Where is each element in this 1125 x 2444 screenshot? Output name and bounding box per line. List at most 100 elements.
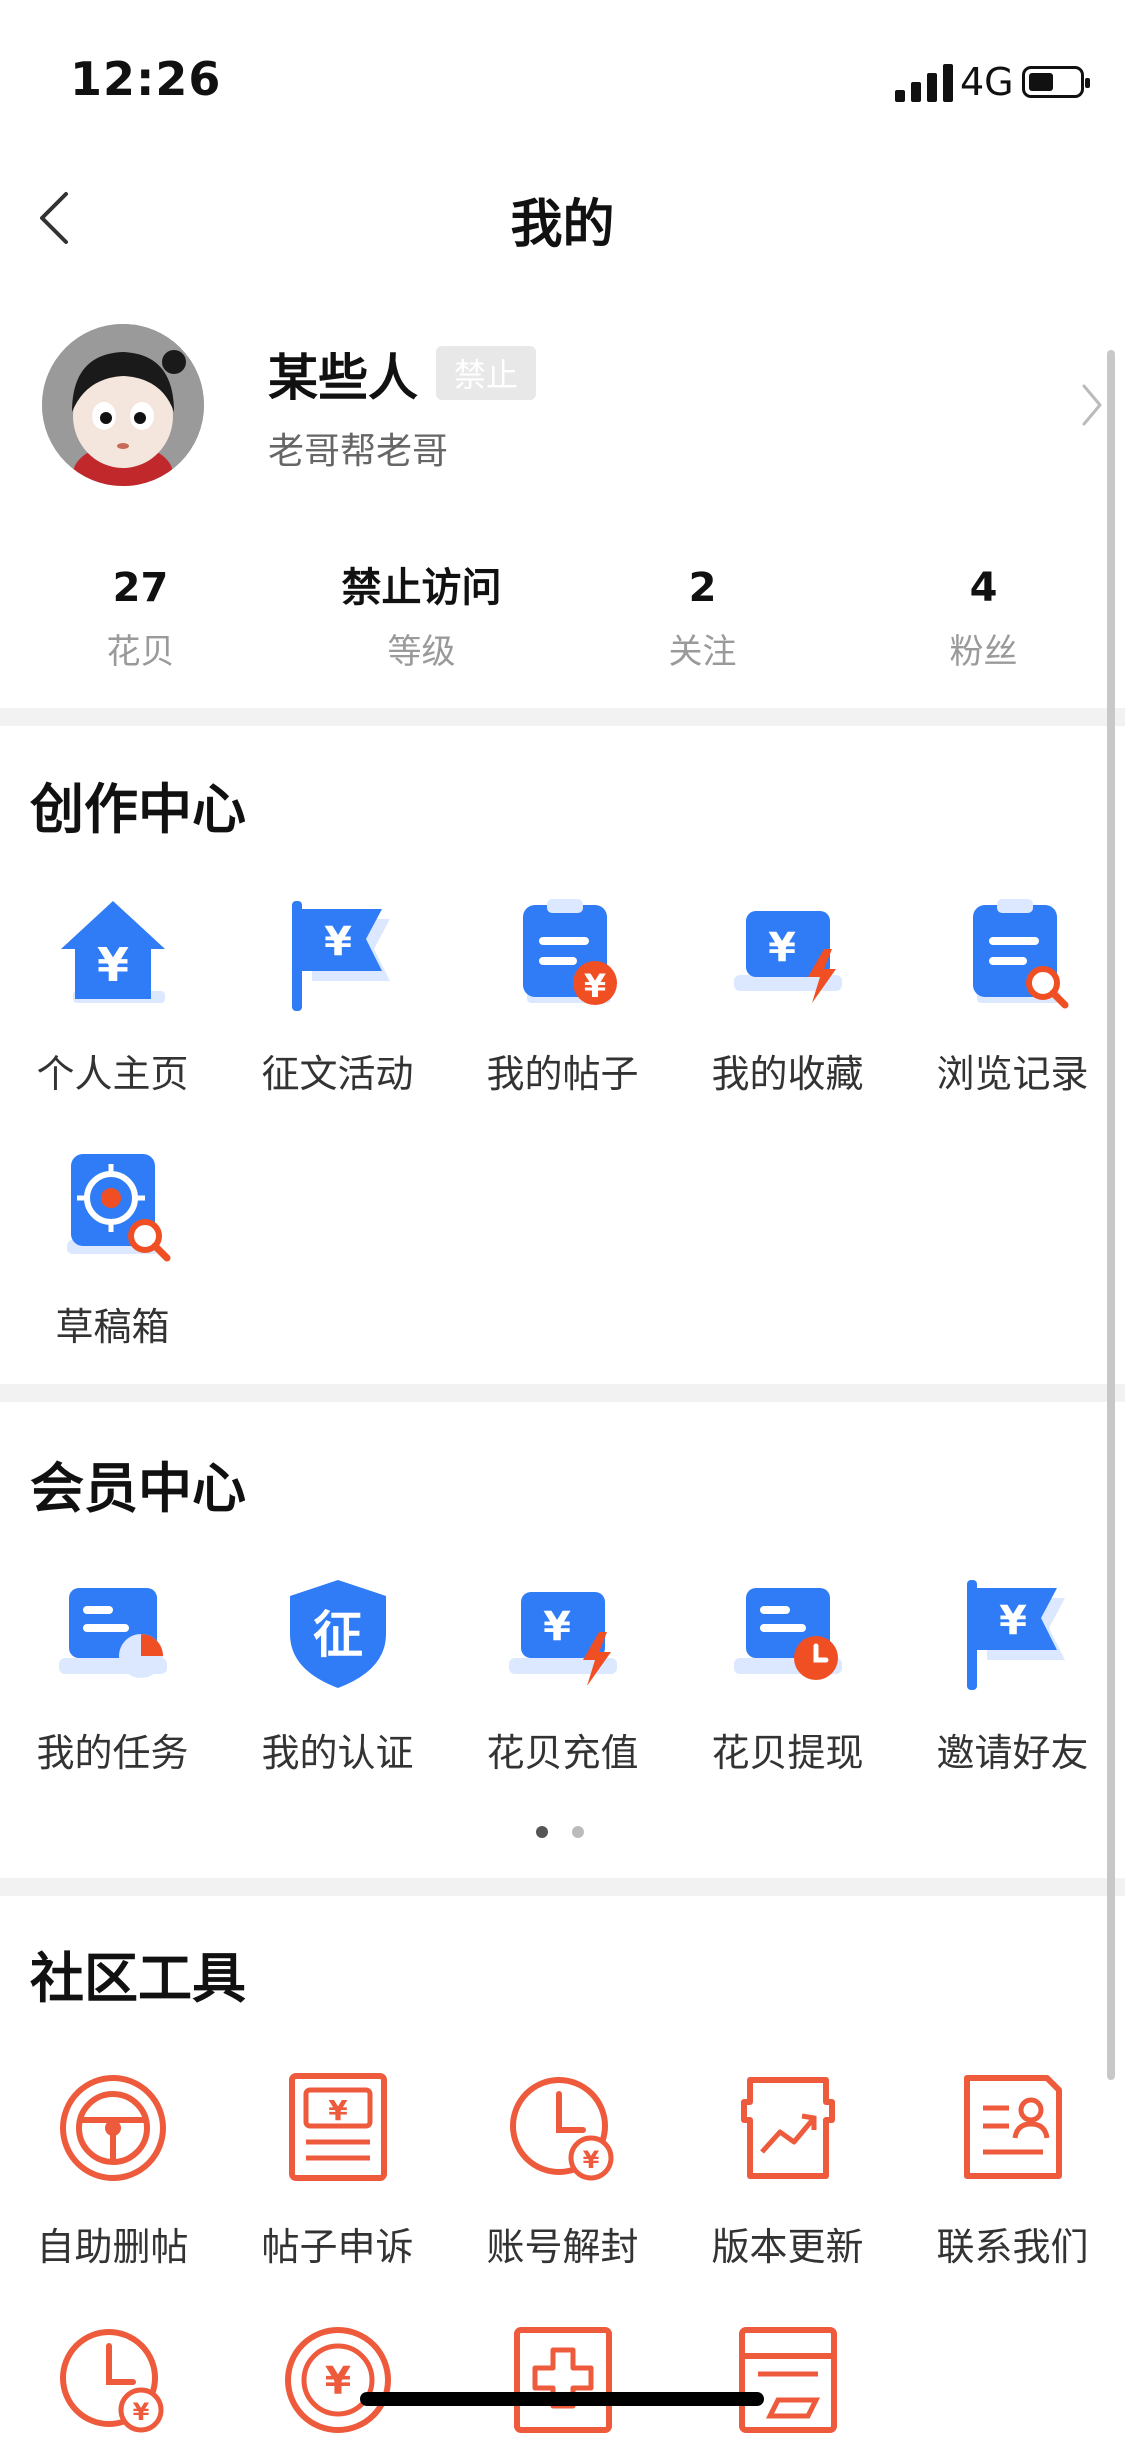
section-divider [0, 708, 1125, 726]
page-dot-active[interactable] [536, 1826, 548, 1838]
svg-text:¥: ¥ [543, 1604, 571, 1650]
section-title-tools: 社区工具 [30, 1947, 246, 2010]
stat-label: 等级 [387, 632, 456, 672]
grid-item-label: 征文活动 [261, 1052, 414, 1096]
clock-yen-icon: ¥ [53, 2320, 173, 2440]
laptop-bolt-icon: ¥ [728, 895, 848, 1015]
stat-following[interactable]: 2 关注 [562, 560, 843, 680]
grid-item-invite[interactable]: ¥ 邀请好友 [900, 1574, 1125, 1777]
laptop-clock-icon [728, 1574, 848, 1694]
grid-item-drafts[interactable]: 草稿箱 [0, 1148, 225, 1351]
avatar[interactable] [42, 324, 204, 486]
grid-item-delete-post[interactable]: 自助删帖 [0, 2068, 225, 2271]
grid-item-my-tasks[interactable]: 我的任务 [0, 1574, 225, 1777]
grid-item-tool-7[interactable]: ¥ [225, 2320, 450, 2440]
stat-level[interactable]: 禁止访问 等级 [281, 560, 562, 680]
flag-yen-icon: ¥ [953, 1574, 1073, 1694]
grid-item-recharge[interactable]: ¥ 花贝充值 [450, 1574, 675, 1777]
section-divider [0, 1878, 1125, 1896]
nav-bar: 我的 [0, 160, 1125, 270]
grid-item-version-update[interactable]: 版本更新 [675, 2068, 900, 2271]
task-pie-icon [53, 1574, 173, 1694]
grid-item-contact-us[interactable]: 联系我们 [900, 2068, 1125, 2271]
contact-card-icon [953, 2068, 1073, 2188]
avatar-image [42, 324, 204, 486]
grid-item-label: 账号解封 [486, 2225, 639, 2269]
grid-item-label: 我的任务 [36, 1731, 189, 1775]
grid-item-label: 版本更新 [711, 2225, 864, 2269]
grid-item-label: 我的收藏 [711, 1052, 864, 1096]
stat-label: 花贝 [106, 632, 175, 672]
grid-item-tool-8[interactable] [450, 2320, 675, 2440]
section-divider [0, 1384, 1125, 1402]
grid-item-my-posts[interactable]: ¥ 我的帖子 [450, 895, 675, 1098]
clock-yen-icon: ¥ [503, 2068, 623, 2188]
grid-item-label: 帖子申诉 [261, 2225, 414, 2269]
scrollbar[interactable] [1107, 350, 1115, 2080]
username: 某些人 [268, 349, 418, 407]
clipboard-yen-icon: ¥ [503, 895, 623, 1015]
stat-flower-shells[interactable]: 27 花贝 [0, 560, 281, 680]
grid-item-tool-6[interactable]: ¥ [0, 2320, 225, 2440]
grid-item-certification[interactable]: 征 我的认证 [225, 1574, 450, 1777]
laptop-yen-bolt-icon: ¥ [503, 1574, 623, 1694]
svg-text:¥: ¥ [328, 2094, 348, 2127]
grid-item-label: 我的认证 [261, 1731, 414, 1775]
stat-label: 关注 [668, 632, 737, 672]
svg-text:¥: ¥ [132, 2398, 149, 2426]
svg-text:¥: ¥ [583, 967, 605, 1005]
steering-wheel-icon [53, 2068, 173, 2188]
grid-item-label: 联系我们 [936, 2225, 1089, 2269]
network-type: 4G [960, 60, 1014, 104]
flag-yen-icon: ¥ [278, 895, 398, 1015]
grid-item-label: 邀请好友 [936, 1731, 1089, 1775]
stat-value: 27 [112, 565, 169, 611]
status-time: 12:26 [70, 52, 222, 106]
stat-value: 禁止访问 [341, 565, 502, 611]
grid-item-homepage[interactable]: ¥ 个人主页 [0, 895, 225, 1098]
clipboard-search-icon [953, 895, 1073, 1015]
home-indicator[interactable] [360, 2392, 764, 2406]
stat-followers[interactable]: 4 粉丝 [843, 560, 1124, 680]
profile-card[interactable]: 某些人 禁止 老哥帮老哥 [0, 310, 1125, 510]
card-icon [728, 2320, 848, 2440]
status-badge: 禁止 [436, 346, 537, 400]
grid-item-label: 自助删帖 [36, 2225, 189, 2269]
chevron-right-icon[interactable] [1078, 380, 1106, 430]
grid-item-label: 花贝充值 [486, 1731, 639, 1775]
banknote-icon: ¥ [278, 2068, 398, 2188]
grid-item-essay-event[interactable]: ¥ 征文活动 [225, 895, 450, 1098]
grid-item-appeal[interactable]: ¥ 帖子申诉 [225, 2068, 450, 2271]
section-title-member: 会员中心 [30, 1457, 246, 1520]
target-search-icon [53, 1148, 173, 1268]
shield-cert-icon: 征 [278, 1574, 398, 1694]
grid-item-label: 草稿箱 [55, 1305, 170, 1349]
grid-item-withdraw[interactable]: 花贝提现 [675, 1574, 900, 1777]
medical-box-icon [503, 2320, 623, 2440]
svg-text:¥: ¥ [324, 2359, 350, 2403]
battery-icon [1022, 66, 1090, 98]
grid-item-favorites[interactable]: ¥ 我的收藏 [675, 895, 900, 1098]
grid-item-unban[interactable]: ¥ 账号解封 [450, 2068, 675, 2271]
stat-label: 粉丝 [949, 632, 1018, 672]
grid-item-history[interactable]: 浏览记录 [900, 895, 1125, 1098]
chart-frame-icon [728, 2068, 848, 2188]
grid-item-label: 花贝提现 [711, 1731, 864, 1775]
stat-value: 2 [688, 565, 717, 611]
page-dot[interactable] [572, 1826, 584, 1838]
page-title: 我的 [510, 195, 615, 255]
grid-item-label: 浏览记录 [936, 1052, 1089, 1096]
grid-item-tool-9[interactable] [675, 2320, 900, 2440]
svg-text:¥: ¥ [96, 938, 128, 992]
stats-row: 27 花贝 禁止访问 等级 2 关注 4 粉丝 [0, 560, 1125, 680]
user-bio: 老哥帮老哥 [268, 431, 449, 472]
svg-text:¥: ¥ [324, 919, 352, 965]
coin-yen-icon: ¥ [278, 2320, 398, 2440]
signal-icon [895, 64, 953, 102]
svg-text:¥: ¥ [999, 1598, 1027, 1644]
page-indicator[interactable] [536, 1826, 596, 1840]
section-title-creation: 创作中心 [30, 778, 246, 841]
house-yen-icon: ¥ [53, 895, 173, 1015]
svg-text:征: 征 [313, 1606, 363, 1664]
stat-value: 4 [969, 565, 998, 611]
